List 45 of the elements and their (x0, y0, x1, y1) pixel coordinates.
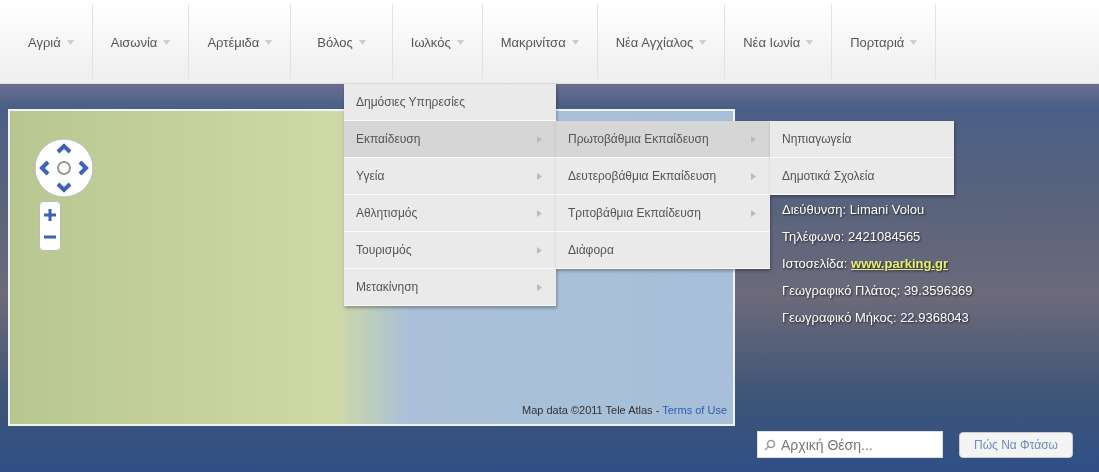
zoom-control-icon[interactable] (39, 201, 61, 251)
terms-link[interactable]: Terms of Use (662, 404, 727, 416)
search-field[interactable]: Αρχική Θέση... (757, 431, 943, 458)
submenu-arrow-icon (751, 172, 756, 180)
menu-item[interactable]: Εκπαίδευση (344, 121, 556, 158)
submenu-arrow-icon (537, 283, 542, 291)
pan-control-icon[interactable] (34, 138, 94, 198)
menu-item[interactable]: Διάφορα (556, 232, 770, 269)
submenu-arrow-icon (751, 209, 756, 217)
nav-item[interactable]: Νέα Αγχίαλος (597, 4, 726, 80)
menu-item[interactable]: Μετακίνηση (344, 269, 556, 306)
caret-icon (66, 39, 74, 45)
menu-item[interactable]: Τριτοβάθμια Εκπαίδευση (556, 195, 770, 232)
menu-item[interactable]: Νηπιαγωγεία (770, 121, 954, 158)
info-text: Τηλέφωνο: 2421084565 (782, 229, 922, 244)
submenu-arrow-icon (537, 172, 542, 180)
info-text: Γεωγραφικό Πλάτος: 39.3596369 (782, 283, 974, 298)
info-text: Γεωγραφικό Μήκος: 22.9368043 (782, 310, 970, 325)
caret-icon (358, 39, 366, 45)
caret-icon (265, 39, 273, 45)
map-attribution: Map data ©2011 Tele Atlas - (522, 404, 660, 416)
nav-item[interactable]: Νέα Ιωνία (725, 4, 833, 80)
submenu-arrow-icon (751, 135, 756, 143)
nav-item[interactable]: Βόλος (291, 4, 393, 80)
nav-item[interactable]: Ιωλκός (392, 4, 483, 80)
submenu-arrow-icon (537, 135, 542, 143)
website-link[interactable]: www.parking.gr (851, 256, 949, 271)
nav-item[interactable]: Αρτέμιδα (189, 4, 292, 80)
nav-item[interactable]: Μακρινίτσα (482, 4, 598, 80)
nav-item[interactable]: Πορταριά (832, 4, 937, 80)
submenu-arrow-icon (537, 246, 542, 254)
caret-icon (571, 39, 579, 45)
caret-icon (456, 39, 464, 45)
info-label: Ιστοσελίδα: (782, 256, 848, 271)
menu-item[interactable]: Δημοτικά Σχολεία (770, 158, 954, 195)
caret-icon (163, 39, 171, 45)
submenu-arrow-icon (537, 209, 542, 217)
nav-item[interactable]: Αισωνία (92, 4, 190, 80)
caret-icon (699, 39, 707, 45)
caret-icon (910, 39, 918, 45)
nav-item[interactable]: Αγριά (10, 4, 93, 80)
menu-item[interactable]: Πρωτοβάθμια Εκπαίδευση (556, 121, 770, 158)
caret-icon (806, 39, 814, 45)
info-text: Διεύθυνση: Limani Volou (782, 202, 926, 217)
search-icon (764, 439, 776, 451)
